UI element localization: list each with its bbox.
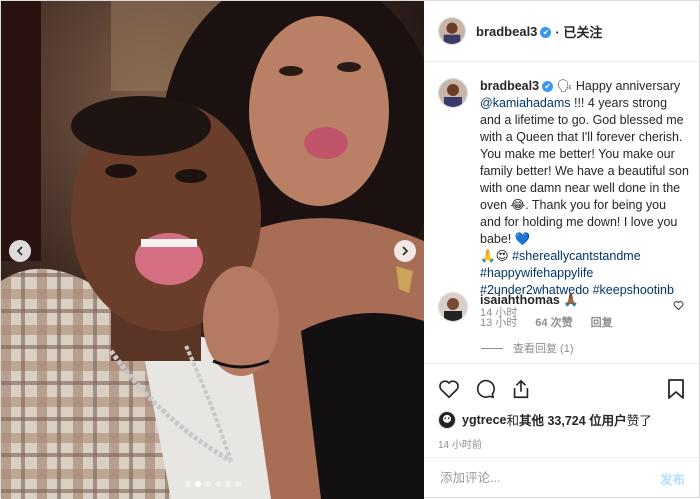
caption-text-part: !!! 4 years strong and a lifetime to go.… [480,96,689,212]
post-comment-button[interactable]: 发布 [660,469,685,488]
caption: bradbeal3 ✔ 🗣 Happy anniversary @kamiahad… [438,78,690,322]
carousel-indicator [1,481,424,487]
carousel-dot [224,481,231,487]
reply-button[interactable]: 回复 [591,315,613,332]
pray-emoji: 🙏 [480,249,496,263]
instagram-post: bradbeal3 ✔ · 已关注 bradbeal3 ✔ 🗣 Happy anni… [0,0,700,499]
post-photo [1,1,424,499]
carousel-dot [204,481,211,487]
carousel-dot [234,481,241,487]
comment-meta: 13 小时 64 次赞 回复 [480,315,613,332]
comment-input[interactable] [438,470,632,486]
speaking-emoji: 🗣 [556,79,573,93]
divider [481,347,503,349]
post-media[interactable] [1,1,424,499]
follow-status[interactable]: · 已关注 [555,22,602,41]
carousel-next-button[interactable] [394,240,416,262]
verified-badge-icon: ✔ [542,81,554,92]
view-replies-label: 查看回复 (1) [513,343,574,355]
commenter-username[interactable]: isaiahthomas [480,293,560,307]
post-timestamp[interactable]: 14 小时前 [438,436,482,451]
commenter-avatar[interactable] [438,292,468,322]
caption-text-part: Happy anniversary [572,79,681,93]
hashtags[interactable]: #shereallycantstandme #happywifehappylif… [480,249,674,297]
chevron-left-icon [16,246,23,256]
comment-time[interactable]: 13 小时 [480,315,517,332]
mention-link[interactable]: @kamiahadams [480,96,571,110]
comment-content: 🙏🏾 [563,293,579,307]
comments-section: bradbeal3 ✔ 🗣 Happy anniversary @kamiahad… [424,62,699,363]
likes-text: 和 [506,414,519,428]
carousel-dot [194,481,201,487]
blue-heart-emoji: 💙 [514,232,531,246]
carousel-dot [184,481,191,487]
post-side-panel: bradbeal3 ✔ · 已关注 bradbeal3 ✔ 🗣 Happy anni… [424,1,699,497]
liker-username[interactable]: ygtrece [462,413,506,427]
share-icon[interactable] [510,378,532,400]
likes-text: 赞了 [626,414,652,428]
comment-icon[interactable] [474,378,496,400]
comment-text: isaiahthomas 🙏🏾 13 小时 64 次赞 回复 [480,292,613,332]
caption-username[interactable]: bradbeal3 ✔ [480,79,554,93]
others-liked-link[interactable]: 其他 33,724 位用户 [519,410,627,429]
carousel-prev-button[interactable] [9,240,31,262]
likes-summary: ygtrece 和 其他 33,724 位用户 赞了 [438,410,652,429]
comment-item: isaiahthomas 🙏🏾 13 小时 64 次赞 回复 [438,292,690,332]
author-avatar[interactable] [438,17,466,45]
author-username[interactable]: bradbeal3 ✔ [476,24,552,39]
chevron-right-icon [402,246,409,256]
verified-badge-icon: ✔ [540,26,552,38]
add-comment-bar: 发布 [424,457,699,498]
carousel-dot [214,481,221,487]
comment-like-heart-icon[interactable] [673,300,684,311]
laugh-emoji: 😂 [510,198,526,212]
comment-likes[interactable]: 64 次赞 [535,315,572,332]
liker-avatar[interactable] [438,410,456,429]
heart-icon[interactable] [438,378,460,400]
post-header: bradbeal3 ✔ · 已关注 [424,1,699,62]
bookmark-icon[interactable] [666,378,686,400]
post-actions: ygtrece 和 其他 33,724 位用户 赞了 14 小时前 [424,363,699,458]
heart-eyes-emoji: 😍 [495,249,509,263]
action-icons [438,378,532,400]
caption-avatar[interactable] [438,78,468,108]
caption-text: bradbeal3 ✔ 🗣 Happy anniversary @kamiahad… [480,78,690,322]
view-replies-button[interactable]: 查看回复 (1) [481,340,574,356]
